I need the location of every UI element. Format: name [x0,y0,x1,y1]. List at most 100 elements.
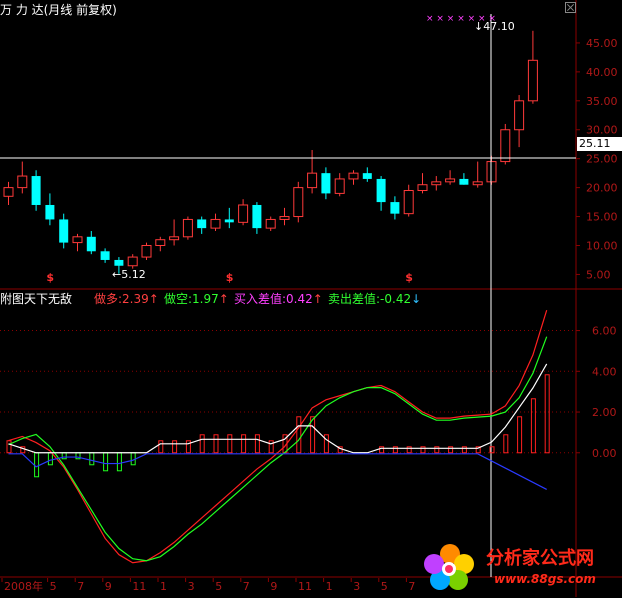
candle-body-up [500,129,511,163]
candle-body-up [72,236,83,244]
histogram-bar-up [241,434,247,454]
histogram-bar-up [199,434,205,454]
time-axis-label: 7 [243,580,250,593]
time-axis-label: 3 [353,580,360,593]
histogram-bar-up [213,434,219,454]
signal-marker: $ [226,271,234,284]
time-axis-label: 11 [132,580,146,593]
candle-body-up [431,181,442,186]
time-axis-label: 9 [105,580,112,593]
candle-body-down [31,176,41,205]
current-price-label: 25.11 [577,137,622,151]
histogram-bar-up [517,416,523,454]
time-axis-label: 5 [215,580,222,593]
blue-line [8,453,547,490]
candle-body-down [59,219,69,243]
candle-body-down [114,259,124,266]
candle-body-up [334,178,345,194]
candle-body-down [100,251,110,260]
high-price-label: ↓47.10 [474,20,515,33]
price-tick-label: 5.00 [586,268,611,281]
candle-body-up [279,216,290,220]
flower-logo-icon [424,544,474,590]
time-axis-label: 1 [326,580,333,593]
time-axis-label: 5 [381,580,388,593]
time-axis-label: 2008年 [4,579,43,593]
time-axis-label: 3 [188,580,195,593]
histogram-bar-up [227,434,233,454]
histogram-bar-down [103,452,109,472]
candle-body-up [3,187,14,197]
signal-marker: $ [46,271,54,284]
candle-body-down [390,202,400,214]
long-line [8,310,548,564]
low-price-label: ←5.12 [112,268,146,281]
chart-title: 万 力 达(月线 前复权) [0,3,117,17]
time-axis-label: 7 [408,580,415,593]
candle-body-up [155,239,166,246]
price-tick-label: 35.00 [586,95,618,108]
indicator-series [6,310,550,564]
histogram-bar-up [434,446,440,454]
candle-body-up [472,181,483,186]
price-tick-label: 45.00 [586,37,618,50]
histogram-bar-down [116,452,122,472]
histogram-bar-up [406,446,412,454]
histogram-bar-up [461,446,467,454]
histogram-bar-up [296,416,302,454]
histogram-bar-down [89,452,95,466]
candle-body-up [514,100,525,131]
candle-body-up [265,218,276,229]
time-axis-label: 11 [298,580,312,593]
candle-body-down [459,178,469,185]
candle-body-up [348,172,359,180]
candle-body-up [169,236,180,241]
time-axis-label: 5 [50,580,57,593]
candle-body-down [86,236,96,252]
candle-body-down [224,219,234,223]
price-tick-label: 15.00 [586,211,618,224]
price-tick-label: 20.00 [586,182,618,195]
indicator-tick-label: 0.00 [592,447,617,460]
watermark-text: 分析家公式网 [486,548,594,569]
chart-axes: 45.0040.0035.0030.0025.0020.0015.0010.00… [1,37,618,593]
indicator-buy-diff: 买入差值:0.42↑ [234,292,323,306]
indicator-long: 做多:2.39↑ [94,292,159,306]
indicator-name: 附图天下无敌 [0,292,73,306]
price-tick-label: 25.00 [586,153,618,166]
watermark: 分析家公式网 www.88gs.com [420,538,620,594]
histogram-bar-up [158,440,164,454]
histogram-bar-up [172,440,178,454]
candle-body-down [362,173,372,179]
histogram-bar-up [420,446,426,454]
price-tick-label: 10.00 [586,239,618,252]
candle-body-up [17,175,28,189]
histogram-bar-up [530,398,536,454]
time-axis-label: 9 [270,580,277,593]
candle-body-up [210,218,221,229]
histogram-bar-up [323,434,329,454]
histogram-bar-up [448,446,454,454]
candle-body-up [182,218,193,238]
candle-body-down [197,219,207,229]
candle-body-up [127,256,138,267]
histogram-bar-up [6,440,12,454]
price-tick-label: 30.00 [586,124,618,137]
indicator-tick-label: 6.00 [592,325,617,338]
time-axis-label: 1 [160,580,167,593]
price-tick-label: 40.00 [586,66,618,79]
candle-body-up [307,172,318,189]
candle-body-up [293,187,304,218]
histogram-bar-up [254,434,260,454]
white-line [8,363,548,454]
histogram-bar-down [34,452,40,478]
candle-body-up [417,184,428,192]
candle-body-down [45,204,55,220]
close-icon[interactable] [565,2,576,13]
signal-marker: $ [405,271,413,284]
histogram-bar-down [47,452,53,466]
candle-body-down [252,204,262,229]
candle-body-up [445,178,456,183]
indicator-tick-label: 2.00 [592,406,617,419]
histogram-bar-up [392,446,398,454]
